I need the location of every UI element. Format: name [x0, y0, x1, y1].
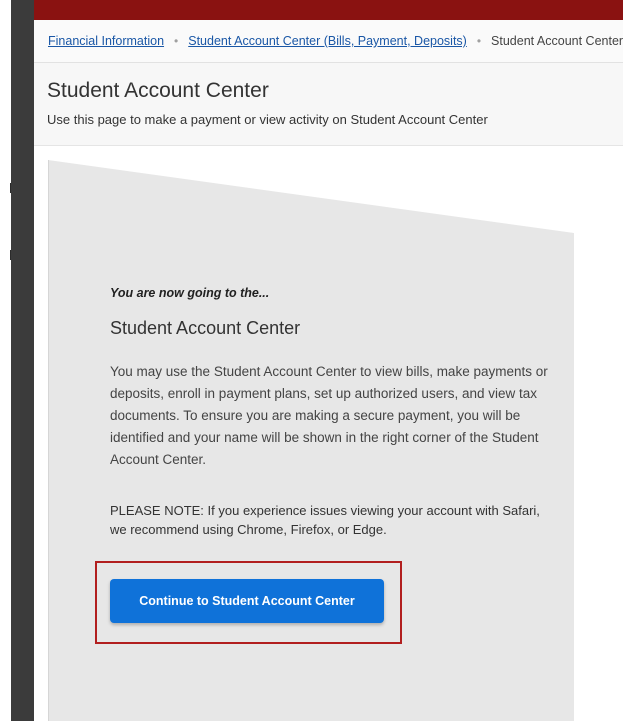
breadcrumb-separator: • [174, 34, 179, 48]
breadcrumb-separator: • [476, 34, 482, 48]
browser-note: PLEASE NOTE: If you experience issues vi… [110, 503, 540, 537]
panel-border [48, 160, 49, 721]
breadcrumb: Financial Information • Student Account … [34, 20, 623, 63]
page-header: Student Account Center Use this page to … [34, 63, 623, 146]
continue-button[interactable]: Continue to Student Account Center [110, 579, 384, 623]
top-bar [34, 0, 623, 20]
left-rail [11, 0, 34, 721]
breadcrumb-current-page: Student Account Center [491, 34, 623, 48]
breadcrumb-link-student-account-center-bills[interactable]: Student Account Center (Bills, Payment, … [188, 34, 467, 48]
page-subtitle: Use this page to make a payment or view … [47, 112, 488, 127]
breadcrumb-link-financial-information[interactable]: Financial Information [48, 34, 164, 48]
main-content: You are now going to the... Student Acco… [34, 146, 623, 721]
intro-text: You are now going to the... [110, 286, 270, 300]
page-title: Student Account Center [47, 79, 269, 102]
left-edge [0, 0, 12, 721]
card-description: You may use the Student Account Center t… [110, 364, 548, 467]
card-title: Student Account Center [110, 318, 301, 338]
